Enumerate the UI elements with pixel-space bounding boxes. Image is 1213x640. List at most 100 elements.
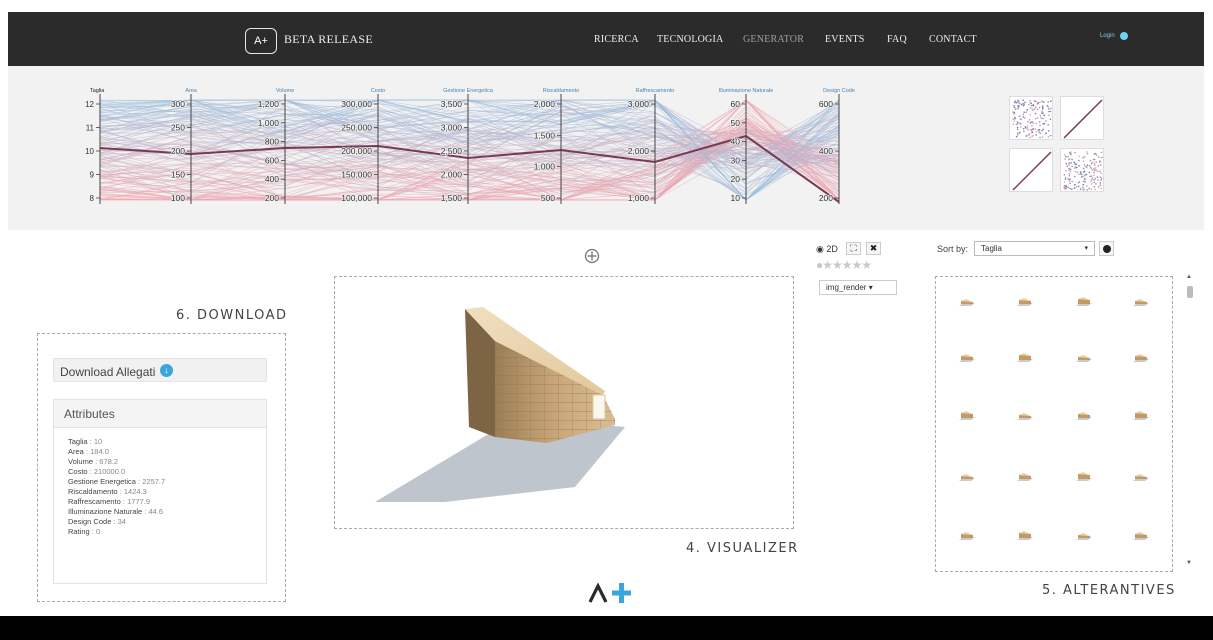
pc-tick-label: 150 xyxy=(171,170,185,180)
attributes-list: Taglia : 10 Area : 184.0 Volume : 678.2 Cos… xyxy=(54,428,266,537)
attribute-value: 678.2 xyxy=(99,457,119,466)
view-mode-2d-radio[interactable]: ◉ 2D xyxy=(816,244,838,255)
star-icon[interactable]: ★ xyxy=(832,258,843,272)
pc-tick-label: 3,500 xyxy=(441,99,463,109)
alternative-thumbnail[interactable] xyxy=(1074,469,1094,481)
scatter-dot xyxy=(1092,168,1095,170)
rating-stars[interactable]: ●★★★★★ xyxy=(816,258,872,272)
diagonal-thumbnail[interactable] xyxy=(1009,148,1053,192)
visualizer-canvas[interactable] xyxy=(334,276,794,529)
scatter-dot xyxy=(1086,152,1089,155)
scatter-dot xyxy=(1017,107,1019,110)
pc-tick-label: 250,000 xyxy=(341,123,372,133)
scatter-dot xyxy=(1033,100,1036,102)
alternative-thumbnail[interactable] xyxy=(957,350,977,362)
sort-by-select[interactable]: Taglia ▾ xyxy=(974,241,1095,256)
scatter-dot xyxy=(1020,118,1022,120)
alternative-thumbnail[interactable] xyxy=(1131,408,1151,420)
nav-item-events[interactable]: EVENTS xyxy=(825,34,865,45)
login-icon[interactable] xyxy=(1120,32,1128,40)
sort-apply-button[interactable] xyxy=(1099,241,1114,256)
star-icon[interactable]: ★ xyxy=(861,258,872,272)
scatter-dot xyxy=(1082,171,1085,173)
nav-item-contact[interactable]: CONTACT xyxy=(929,34,977,45)
scatter-dot xyxy=(1041,129,1043,132)
pc-axis-label[interactable]: Area xyxy=(185,88,198,94)
alternatives-section-title: 5. ALTERANTIVES xyxy=(1042,583,1176,598)
alternative-thumbnail[interactable] xyxy=(1015,350,1035,362)
scroll-thumb[interactable] xyxy=(1187,286,1193,298)
alternative-thumbnail[interactable] xyxy=(1074,528,1094,540)
attribute-key: Riscaldamento xyxy=(68,487,118,496)
scroll-down-icon[interactable]: ▼ xyxy=(1186,560,1192,566)
nav-item-tecnologia[interactable]: TECNOLOGIA xyxy=(657,34,723,45)
scatter-dot xyxy=(1100,151,1103,154)
scatter-thumbnail[interactable] xyxy=(1060,148,1104,192)
attribute-key: Raffrescamento xyxy=(68,497,121,506)
alternative-thumbnail[interactable] xyxy=(957,469,977,481)
scatter-dot xyxy=(1065,186,1068,188)
close-icon[interactable]: ✖ xyxy=(866,242,881,255)
scatter-dot xyxy=(1099,170,1101,172)
pc-axis-label[interactable]: Raffrescamento xyxy=(636,88,675,94)
alternative-thumbnail[interactable] xyxy=(1074,350,1094,362)
chevron-down-icon: ▾ xyxy=(1084,245,1088,252)
render-mode-select[interactable]: img_render ▾ xyxy=(819,280,897,295)
nav-item-generator[interactable]: GENERATOR xyxy=(743,34,804,45)
alternative-thumbnail[interactable] xyxy=(957,528,977,540)
pc-axis-label[interactable]: Taglia xyxy=(90,88,105,94)
star-icon[interactable]: ★ xyxy=(842,258,853,272)
alternatives-scrollbar[interactable]: ▲ ▼ xyxy=(1184,274,1196,570)
scatter-dot xyxy=(1091,161,1093,163)
scatter-dot xyxy=(1041,100,1043,102)
scroll-up-icon[interactable]: ▲ xyxy=(1186,274,1192,280)
scatter-dot xyxy=(1066,165,1069,167)
scatter-dot xyxy=(1068,175,1071,177)
alternative-thumbnail[interactable] xyxy=(1131,350,1151,362)
center-view-icon[interactable] xyxy=(584,248,600,264)
pc-axis-label[interactable]: Costo xyxy=(371,88,385,94)
alternative-thumbnail[interactable] xyxy=(1015,294,1035,306)
scatter-dot xyxy=(1029,106,1032,109)
alternative-thumbnail[interactable] xyxy=(1015,469,1035,481)
pc-axis-label[interactable]: Illuminazione Naturale xyxy=(719,88,773,94)
scatter-dot xyxy=(1016,128,1019,131)
scatter-dot xyxy=(1026,127,1028,129)
nav-item-faq[interactable]: FAQ xyxy=(887,34,907,45)
scatter-dot xyxy=(1042,128,1044,131)
pc-axis-label[interactable]: Riscaldamento xyxy=(543,88,579,94)
scatter-dot xyxy=(1027,120,1029,123)
scatter-dot xyxy=(1039,101,1041,104)
alternative-thumbnail[interactable] xyxy=(1131,528,1151,540)
pc-axis-label[interactable]: Design Code xyxy=(823,88,855,94)
nav-item-ricerca[interactable]: RICERCA xyxy=(594,34,639,45)
pc-tick-label: 3,000 xyxy=(628,99,650,109)
download-attachments-button[interactable]: Download Allegati ↓ xyxy=(53,358,267,382)
scatter-dot xyxy=(1065,187,1067,190)
pc-axis-label[interactable]: Gestione Energetica xyxy=(443,88,494,94)
logo[interactable]: A+ xyxy=(245,28,277,54)
star-icon[interactable]: ★ xyxy=(822,258,833,272)
scatter-thumbnail[interactable] xyxy=(1009,96,1053,140)
pc-axis-label[interactable]: Volume xyxy=(276,88,294,94)
sort-icon xyxy=(1103,245,1111,253)
alternative-thumbnail[interactable] xyxy=(1015,528,1035,540)
alternative-thumbnail[interactable] xyxy=(1131,294,1151,306)
scatter-dot xyxy=(1014,100,1017,102)
star-icon[interactable]: ★ xyxy=(852,258,863,272)
scatter-dot xyxy=(1096,154,1098,157)
fullscreen-icon[interactable]: ⛶ xyxy=(846,242,861,255)
alternative-thumbnail[interactable] xyxy=(957,408,977,420)
scatter-dot xyxy=(1013,101,1016,104)
alternative-thumbnail[interactable] xyxy=(1131,469,1151,481)
scatter-dot xyxy=(1034,112,1037,115)
scatter-dot xyxy=(1084,178,1086,181)
diagonal-thumbnail[interactable] xyxy=(1060,96,1104,140)
alternative-thumbnail[interactable] xyxy=(1015,408,1035,420)
login-link[interactable]: Login xyxy=(1100,33,1115,39)
alternative-thumbnail[interactable] xyxy=(1074,408,1094,420)
pc-tick-label: 2,000 xyxy=(628,146,650,156)
alternative-thumbnail[interactable] xyxy=(1074,294,1094,306)
scatter-dot xyxy=(1049,134,1052,137)
alternative-thumbnail[interactable] xyxy=(957,294,977,306)
